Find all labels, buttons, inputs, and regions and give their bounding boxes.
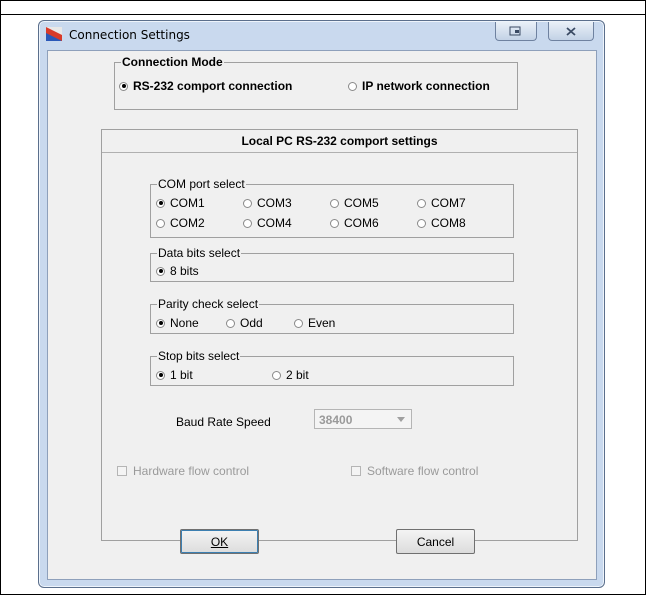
connection-settings-window: Connection Settings Connection Mode RS-2… xyxy=(38,20,605,588)
radio-label: 1 bit xyxy=(170,368,193,382)
app-icon xyxy=(46,27,62,41)
radio-2-bit[interactable]: 2 bit xyxy=(272,368,309,382)
checkbox-label: Hardware flow control xyxy=(133,464,250,478)
radio-dot xyxy=(243,198,252,208)
radio-dot xyxy=(417,218,426,228)
radio-label: Odd xyxy=(240,316,263,330)
radio-com8[interactable]: COM8 xyxy=(417,216,466,230)
baud-rate-value: 38400 xyxy=(319,413,353,427)
radio-label: COM2 xyxy=(170,216,205,230)
dialog-client-area: Connection Mode RS-232 comport connectio… xyxy=(47,50,597,580)
radio-dot xyxy=(330,218,339,228)
parity-group: Parity check select None Odd Even xyxy=(150,297,514,334)
stop-bits-legend: Stop bits select xyxy=(157,349,241,363)
radio-com4[interactable]: COM4 xyxy=(243,216,292,230)
cancel-button[interactable]: Cancel xyxy=(396,529,475,554)
radio-label: COM1 xyxy=(170,196,205,210)
connection-mode-group: Connection Mode RS-232 comport connectio… xyxy=(114,55,518,110)
radio-dot xyxy=(156,198,165,208)
com-port-group: COM port select COM1 COM3 COM5 COM7 COM2 xyxy=(150,177,514,238)
radio-label: COM3 xyxy=(257,196,292,210)
radio-dot xyxy=(272,370,281,380)
radio-ip-network-connection[interactable]: IP network connection xyxy=(348,79,490,93)
radio-dot xyxy=(417,198,426,208)
close-icon xyxy=(566,26,576,36)
radio-dot xyxy=(156,370,165,380)
radio-dot xyxy=(156,318,165,328)
radio-label: COM8 xyxy=(431,216,466,230)
checkbox-box xyxy=(351,466,361,476)
radio-8-bits[interactable]: 8 bits xyxy=(156,264,199,278)
restore-icon xyxy=(509,26,521,36)
radio-com7[interactable]: COM7 xyxy=(417,196,466,210)
title-bar[interactable]: Connection Settings xyxy=(39,21,604,49)
radio-dot xyxy=(156,218,165,228)
radio-label: RS-232 comport connection xyxy=(133,79,293,93)
radio-dot xyxy=(330,198,339,208)
radio-dot xyxy=(243,218,252,228)
radio-label: 8 bits xyxy=(170,264,199,278)
radio-dot xyxy=(226,318,235,328)
window-title: Connection Settings xyxy=(69,28,190,42)
radio-label: Even xyxy=(308,316,336,330)
radio-parity-odd[interactable]: Odd xyxy=(226,316,263,330)
outer-top-divider xyxy=(0,14,646,15)
radio-com6[interactable]: COM6 xyxy=(330,216,379,230)
radio-dot xyxy=(156,266,165,276)
data-bits-legend: Data bits select xyxy=(157,246,242,260)
radio-label: COM5 xyxy=(344,196,379,210)
radio-com5[interactable]: COM5 xyxy=(330,196,379,210)
radio-dot xyxy=(119,81,128,91)
baud-rate-label: Baud Rate Speed xyxy=(176,415,271,429)
parity-legend: Parity check select xyxy=(157,297,260,311)
software-flow-control-checkbox[interactable]: Software flow control xyxy=(351,464,478,478)
com-port-legend: COM port select xyxy=(157,177,246,191)
radio-label: COM6 xyxy=(344,216,379,230)
radio-label: None xyxy=(170,316,199,330)
radio-com3[interactable]: COM3 xyxy=(243,196,292,210)
hardware-flow-control-checkbox[interactable]: Hardware flow control xyxy=(117,464,249,478)
radio-rs232-connection[interactable]: RS-232 comport connection xyxy=(119,79,292,93)
radio-parity-even[interactable]: Even xyxy=(294,316,335,330)
chevron-down-icon xyxy=(393,412,409,426)
baud-rate-dropdown[interactable]: 38400 xyxy=(314,409,412,429)
radio-dot xyxy=(348,81,357,91)
ok-button-label: OK xyxy=(210,534,229,549)
data-bits-group: Data bits select 8 bits xyxy=(150,246,514,282)
stop-bits-group: Stop bits select 1 bit 2 bit xyxy=(150,349,514,386)
radio-label: IP network connection xyxy=(362,79,490,93)
radio-parity-none[interactable]: None xyxy=(156,316,199,330)
radio-label: 2 bit xyxy=(286,368,309,382)
radio-com1[interactable]: COM1 xyxy=(156,196,205,210)
radio-com2[interactable]: COM2 xyxy=(156,216,205,230)
restore-button[interactable] xyxy=(495,22,537,41)
radio-dot xyxy=(294,318,303,328)
checkbox-box xyxy=(117,466,127,476)
connection-mode-legend: Connection Mode xyxy=(121,55,224,69)
radio-label: COM7 xyxy=(431,196,466,210)
panel-header: Local PC RS-232 comport settings xyxy=(102,130,577,153)
checkbox-label: Software flow control xyxy=(367,464,479,478)
cancel-button-label: Cancel xyxy=(416,534,455,549)
radio-1-bit[interactable]: 1 bit xyxy=(156,368,193,382)
ok-button[interactable]: OK xyxy=(180,529,259,554)
close-button[interactable] xyxy=(548,22,594,41)
radio-label: COM4 xyxy=(257,216,292,230)
